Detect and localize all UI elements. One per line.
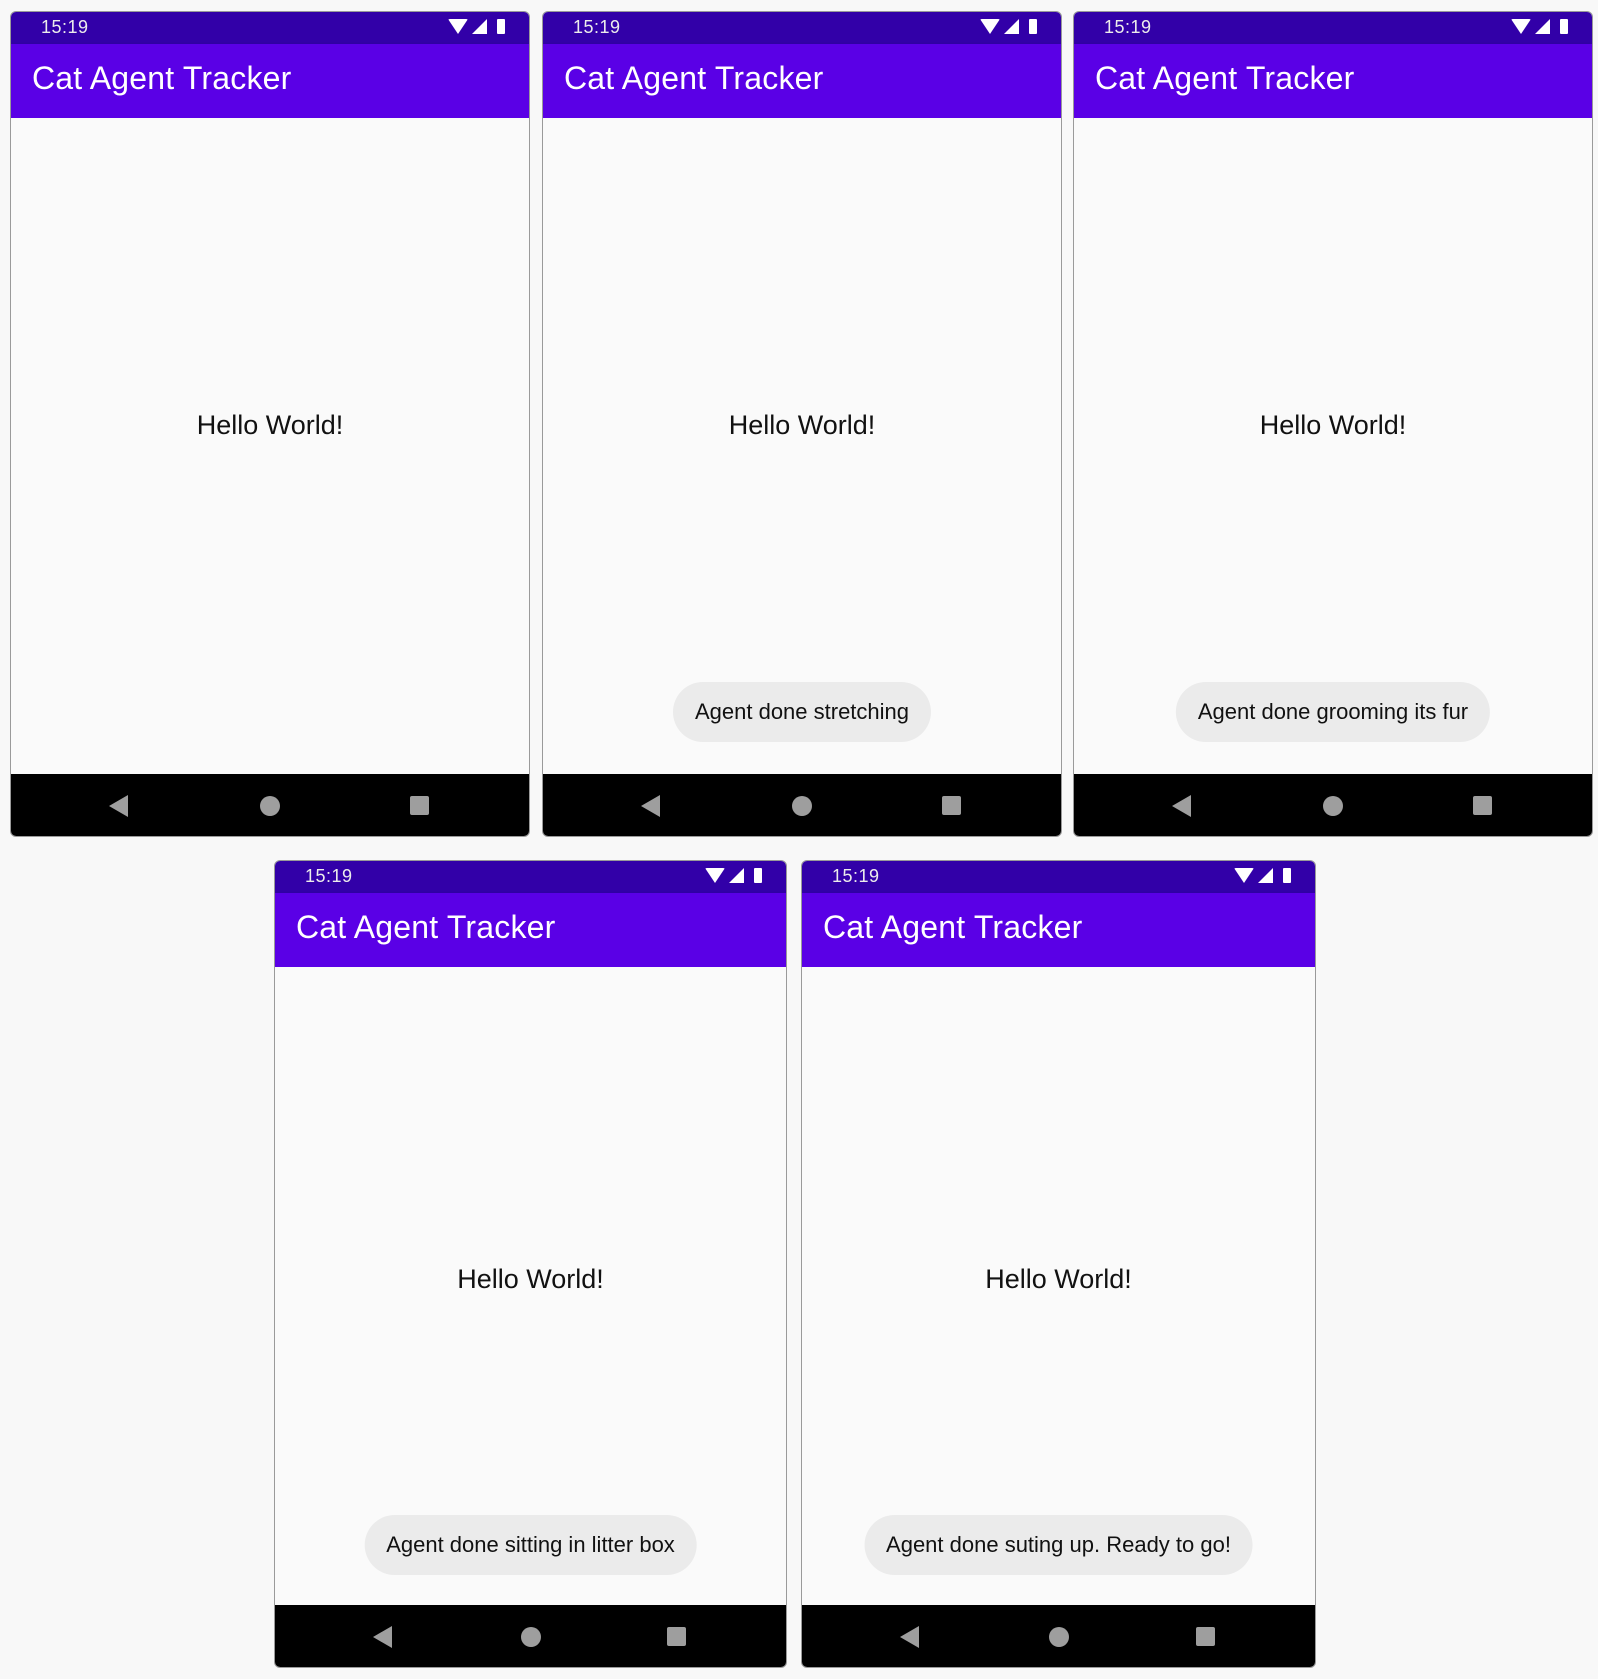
hello-text: Hello World!: [457, 1264, 604, 1294]
hello-text: Hello World!: [728, 410, 876, 440]
signal-icon: [472, 19, 487, 34]
status-time: 15:19: [1104, 17, 1152, 37]
status-time: 15:19: [41, 17, 89, 37]
recents-icon[interactable]: [1473, 796, 1492, 815]
back-icon[interactable]: [1172, 795, 1191, 817]
toast-message: Agent done grooming its fur: [1175, 682, 1491, 742]
home-icon[interactable]: [520, 1627, 541, 1647]
status-bar: 15:19: [275, 861, 786, 893]
recents-icon[interactable]: [942, 796, 961, 815]
content-area: Hello World! Agent done sitting in litte…: [275, 967, 786, 1605]
status-bar: 15:19: [1074, 12, 1592, 44]
toast-message: Agent done sitting in litter box: [364, 1515, 697, 1575]
signal-icon: [729, 868, 744, 883]
app-title: Cat Agent Tracker: [564, 60, 824, 96]
signal-icon: [1535, 19, 1550, 34]
app-title: Cat Agent Tracker: [823, 909, 1083, 945]
battery-icon: [754, 868, 762, 883]
content-area: Hello World! Agent done stretching: [543, 118, 1061, 774]
phone-screen-2: 15:19 Cat Agent Tracker Hello World! Age…: [542, 11, 1062, 837]
recents-icon[interactable]: [410, 796, 429, 815]
recents-icon[interactable]: [667, 1627, 686, 1646]
signal-icon: [1258, 868, 1273, 883]
signal-icon: [1004, 19, 1019, 34]
phone-screen-5: 15:19 Cat Agent Tracker Hello World! Age…: [801, 860, 1316, 1668]
recents-icon[interactable]: [1196, 1627, 1215, 1646]
navigation-bar: [275, 1605, 786, 1667]
hello-text: Hello World!: [1259, 410, 1407, 440]
hello-text: Hello World!: [985, 1264, 1132, 1294]
back-icon[interactable]: [900, 1626, 919, 1648]
navigation-bar: [802, 1605, 1315, 1667]
wifi-icon: [1234, 868, 1254, 883]
hello-text: Hello World!: [196, 410, 344, 440]
phone-screen-1: 15:19 Cat Agent Tracker Hello World!: [10, 11, 530, 837]
content-area: Hello World!: [11, 118, 529, 774]
back-icon[interactable]: [373, 1626, 392, 1648]
home-icon[interactable]: [792, 796, 812, 816]
navigation-bar: [1074, 774, 1592, 836]
status-icons: [1511, 19, 1568, 34]
status-icons: [980, 19, 1037, 34]
wifi-icon: [1511, 19, 1531, 34]
status-icons: [448, 19, 505, 34]
battery-icon: [497, 19, 505, 34]
status-icons: [705, 868, 762, 883]
status-bar: 15:19: [802, 861, 1315, 893]
battery-icon: [1029, 19, 1037, 34]
status-time: 15:19: [305, 866, 353, 886]
status-bar: 15:19: [11, 12, 529, 44]
back-icon[interactable]: [641, 795, 660, 817]
app-bar: Cat Agent Tracker: [11, 44, 529, 118]
content-area: Hello World! Agent done suting up. Ready…: [802, 967, 1315, 1605]
app-title: Cat Agent Tracker: [32, 60, 292, 96]
phone-screen-3: 15:19 Cat Agent Tracker Hello World! Age…: [1073, 11, 1593, 837]
toast-message: Agent done stretching: [672, 682, 932, 742]
back-icon[interactable]: [109, 795, 128, 817]
app-bar: Cat Agent Tracker: [1074, 44, 1592, 118]
app-title: Cat Agent Tracker: [1095, 60, 1355, 96]
home-icon[interactable]: [260, 796, 280, 816]
app-title: Cat Agent Tracker: [296, 909, 556, 945]
wifi-icon: [448, 19, 468, 34]
home-icon[interactable]: [1048, 1627, 1069, 1647]
phone-screen-4: 15:19 Cat Agent Tracker Hello World! Age…: [274, 860, 787, 1668]
battery-icon: [1560, 19, 1568, 34]
status-time: 15:19: [573, 17, 621, 37]
battery-icon: [1283, 868, 1291, 883]
status-bar: 15:19: [543, 12, 1061, 44]
app-bar: Cat Agent Tracker: [275, 893, 786, 967]
app-bar: Cat Agent Tracker: [543, 44, 1061, 118]
wifi-icon: [705, 868, 725, 883]
navigation-bar: [543, 774, 1061, 836]
status-icons: [1234, 868, 1291, 883]
status-time: 15:19: [832, 866, 880, 886]
toast-message: Agent done suting up. Ready to go!: [864, 1515, 1253, 1575]
content-area: Hello World! Agent done grooming its fur: [1074, 118, 1592, 774]
home-icon[interactable]: [1323, 796, 1343, 816]
wifi-icon: [980, 19, 1000, 34]
navigation-bar: [11, 774, 529, 836]
app-bar: Cat Agent Tracker: [802, 893, 1315, 967]
